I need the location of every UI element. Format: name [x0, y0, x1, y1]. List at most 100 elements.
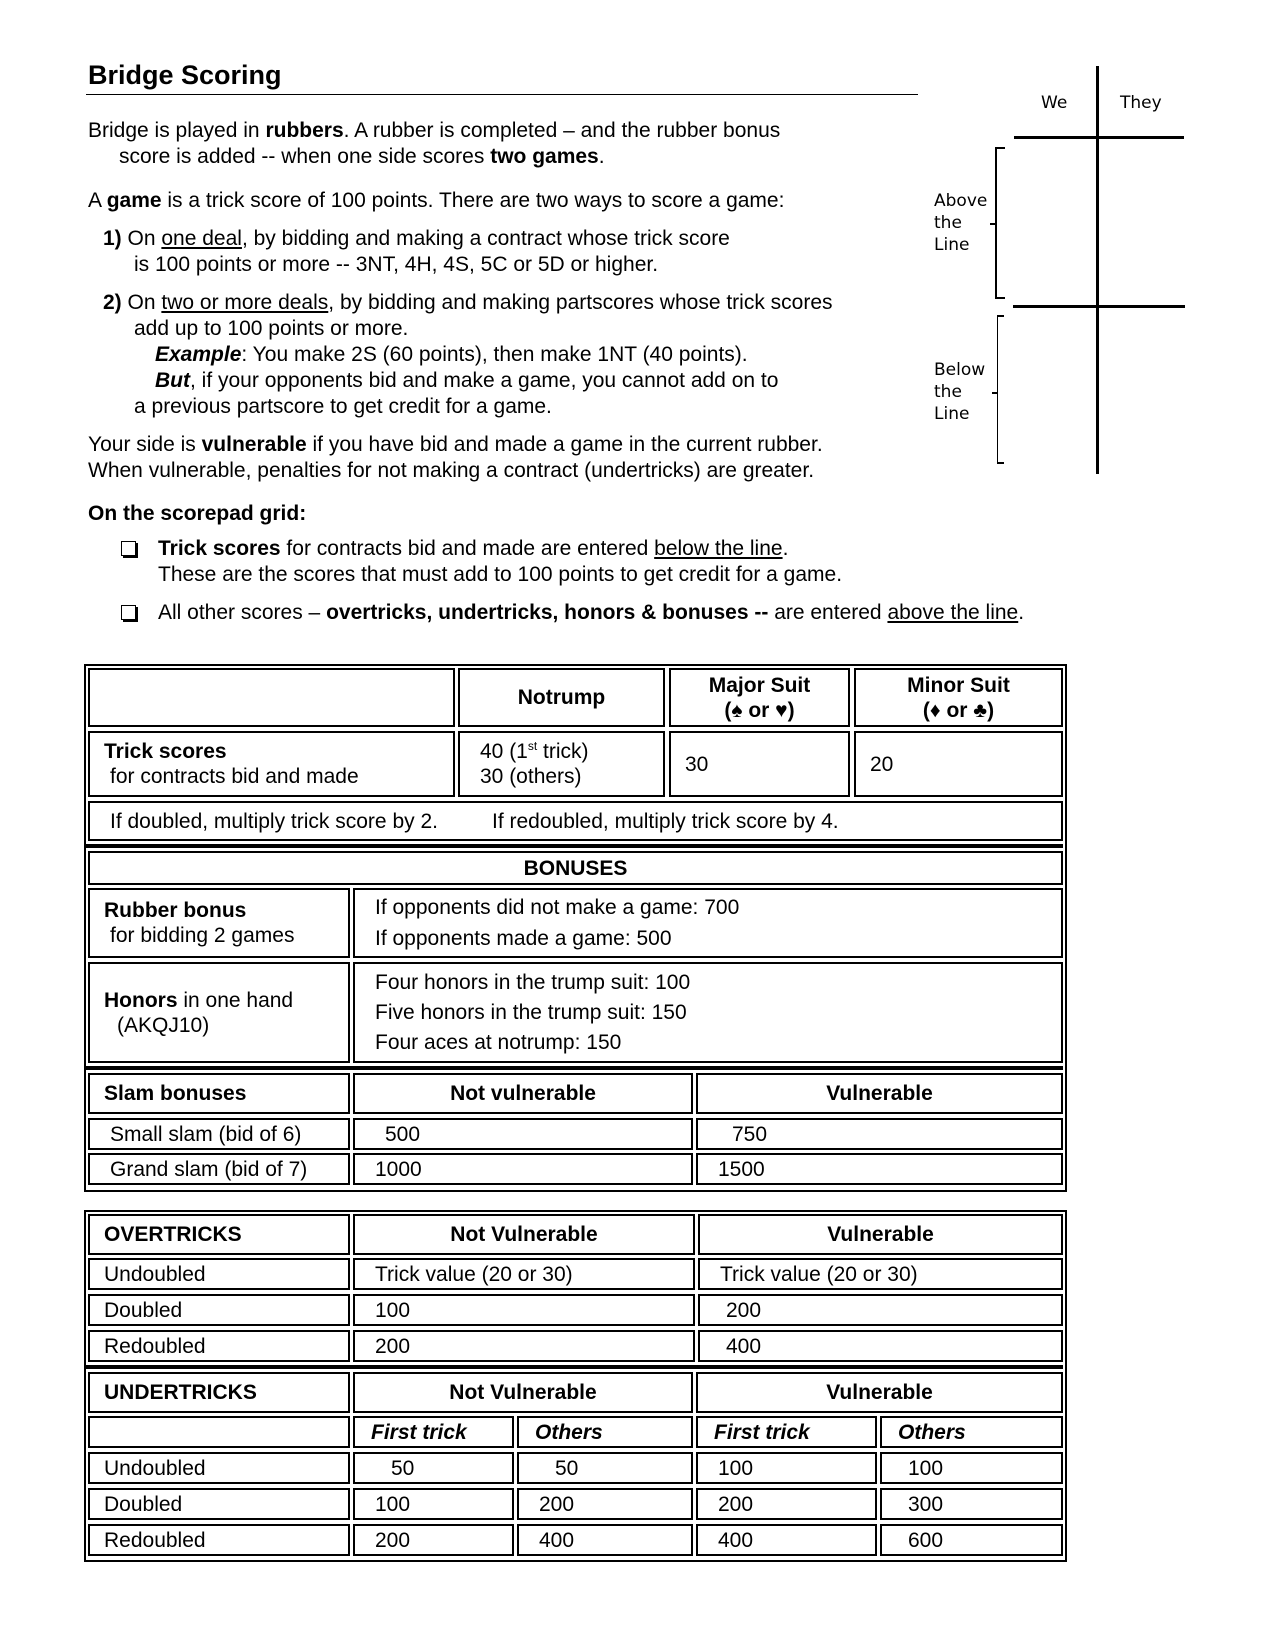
- term-below-the-line: below the line: [654, 537, 783, 560]
- undertricks-v-others: 100: [880, 1452, 1063, 1484]
- term-game: game: [106, 189, 162, 212]
- above-the-line-label: Above the Line: [934, 190, 987, 256]
- text: : You make 2S (60 points), then make 1NT…: [241, 343, 748, 366]
- text: , by bidding and making partscores whose…: [328, 291, 833, 314]
- text: A: [88, 189, 107, 212]
- rubber-bonus-label: Rubber bonus: [104, 899, 247, 922]
- text: in one hand: [177, 988, 294, 1012]
- rubber-bonus-values-cell: If opponents did not make a game: 700 If…: [353, 888, 1063, 958]
- grand-slam-not-vul: 1000: [353, 1153, 693, 1185]
- notrump-others: 30 (others): [480, 765, 582, 788]
- undertricks-nv-first: 50: [353, 1452, 514, 1484]
- text: trick): [537, 740, 589, 763]
- section-separator: [86, 844, 1063, 848]
- honors-label-cell: Honors in one hand (AKQJ10): [88, 962, 350, 1063]
- undertricks-v-first: 400: [696, 1524, 877, 1556]
- intro-rubbers: Bridge is played in rubbers. A rubber is…: [88, 118, 780, 144]
- undertricks-nv-first: 100: [353, 1488, 514, 1520]
- doubled-note: If doubled, multiply trick score by 2.: [110, 809, 438, 833]
- overtricks-redoubled-label: Redoubled: [88, 1330, 350, 1362]
- text: Your side is: [88, 433, 202, 456]
- label-line: the: [934, 382, 962, 402]
- text: . A rubber is completed – and the rubber…: [343, 119, 781, 142]
- honors-label: Honors in one hand: [104, 988, 293, 1013]
- rubber-bonus-value: If opponents made a game: 500: [375, 927, 672, 950]
- overtricks-doubled-vul: 200: [698, 1294, 1063, 1326]
- checkbox-icon: [121, 605, 136, 620]
- scorepad-vertical-line: [1096, 66, 1099, 474]
- intro-rubbers-line2: score is added -- when one side scores t…: [119, 144, 605, 170]
- undertricks-nv-first: 200: [353, 1524, 514, 1556]
- text: score is added -- when one side scores: [119, 145, 491, 168]
- undertricks-header: UNDERTRICKS: [88, 1372, 350, 1413]
- label-line: Line: [934, 404, 970, 424]
- vulnerable-para: Your side is vulnerable if you have bid …: [88, 432, 823, 458]
- text: , if your opponents bid and make a game,…: [190, 369, 779, 392]
- example-label: Example: [155, 343, 242, 366]
- undertricks-header-not-vul: Not Vulnerable: [353, 1372, 693, 1413]
- header-major-suit: Major Suit (♠ or ♥): [669, 668, 850, 727]
- text: On: [121, 291, 162, 314]
- overtricks-redoubled-vul: 400: [698, 1330, 1063, 1362]
- list-number: 2): [103, 291, 122, 314]
- honors-value: Four aces at notrump: 150: [375, 1030, 622, 1054]
- text: .: [598, 145, 605, 168]
- scorepad-col-we: We: [1041, 93, 1068, 113]
- undertricks-nv-others: 200: [517, 1488, 693, 1520]
- list-number: 1): [103, 227, 122, 250]
- honors-value: Five honors in the trump suit: 150: [375, 1000, 687, 1024]
- intro-game: A game is a trick score of 100 points. T…: [88, 188, 784, 214]
- minor-suit-label: Minor Suit: [907, 673, 1010, 697]
- undertricks-v-others: 300: [880, 1488, 1063, 1520]
- slam-header-vulnerable: Vulnerable: [696, 1073, 1063, 1114]
- label-line: Below: [934, 360, 986, 380]
- rubber-bonus-sublabel: for bidding 2 games: [110, 924, 295, 947]
- overtricks-undoubled-vul: Trick value (20 or 30): [698, 1258, 1063, 1290]
- overtricks-header: OVERTRICKS: [88, 1214, 350, 1255]
- slam-header-not-vulnerable: Not vulnerable: [353, 1073, 693, 1114]
- undertricks-header-vul: Vulnerable: [696, 1372, 1063, 1413]
- header-cell-empty: [88, 668, 455, 727]
- scorepad-the-line: [1013, 305, 1185, 308]
- checkbox-icon: [121, 541, 136, 556]
- above-line-bracket: [995, 147, 1005, 299]
- label-line: Above: [934, 191, 988, 211]
- undertricks-row-label: Redoubled: [88, 1524, 350, 1556]
- honors-sublabel: (AKQJ10): [117, 1013, 210, 1037]
- but-note: But, if your opponents bid and make a ga…: [155, 368, 778, 394]
- text: is a trick score of 100 points. There ar…: [161, 189, 785, 212]
- undertricks-nv-others: 400: [517, 1524, 693, 1556]
- doubling-note-cell: If doubled, multiply trick score by 2. I…: [88, 801, 1063, 841]
- way-2-line2: add up to 100 points or more.: [134, 317, 409, 340]
- way-2: 2) On two or more deals, by bidding and …: [103, 290, 833, 316]
- redoubled-note: If redoubled, multiply trick score by 4.: [491, 809, 839, 833]
- small-slam-not-vul: 500: [353, 1118, 693, 1150]
- rubber-bonus-value: If opponents did not make a game: 700: [375, 896, 740, 919]
- scorepad-item-other-scores: All other scores – overtricks, undertric…: [121, 600, 1024, 626]
- diamond-club-icons: (♦ or ♣): [922, 698, 995, 722]
- way-1-line2: is 100 points or more -- 3NT, 4H, 4S, 5C…: [134, 253, 659, 276]
- below-line-bracket: [997, 315, 1004, 464]
- grand-slam-label: Grand slam (bid of 7): [88, 1153, 350, 1185]
- text: Bridge is played in: [88, 119, 266, 142]
- title-rule: [86, 94, 918, 95]
- term-rubbers: rubbers: [265, 119, 344, 142]
- undertricks-v-first-trick-header: First trick: [696, 1416, 877, 1448]
- scorepad-header-line: [1014, 136, 1184, 139]
- undertricks-nv-first-trick-header: First trick: [353, 1416, 514, 1448]
- minor-suit-value: 20: [854, 731, 1063, 797]
- but-label: But: [155, 369, 190, 392]
- section-separator: [86, 1365, 1063, 1369]
- undertricks-v-first: 200: [696, 1488, 877, 1520]
- text: All other scores –: [158, 601, 327, 624]
- bracket-tick: [990, 223, 996, 225]
- overtricks-undoubled-label: Undoubled: [88, 1258, 350, 1290]
- overtricks-header-not-vul: Not Vulnerable: [353, 1214, 695, 1255]
- scorepad-col-they: They: [1120, 93, 1162, 113]
- overtricks-doubled-label: Doubled: [88, 1294, 350, 1326]
- bracket-tick: [992, 392, 998, 394]
- term-above-the-line: above the line: [887, 601, 1019, 624]
- undertricks-nv-others-header: Others: [517, 1416, 693, 1448]
- text: , by bidding and making a contract whose…: [241, 227, 730, 250]
- undertricks-row-label: Doubled: [88, 1488, 350, 1520]
